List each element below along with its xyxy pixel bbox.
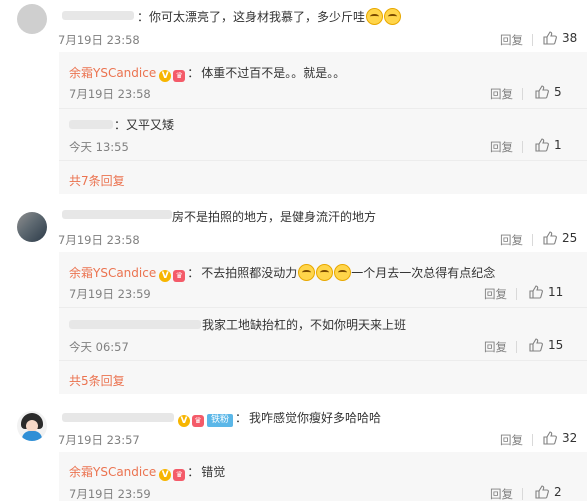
- like-count: 15: [548, 338, 564, 352]
- view-more-replies-link[interactable]: 共7条回复: [69, 172, 125, 189]
- comment-time: 7月19日 23:57: [58, 433, 140, 447]
- divider: [59, 360, 587, 361]
- grin-emoji-icon: [334, 264, 352, 281]
- blurred-username: [62, 210, 172, 219]
- divider: [516, 288, 517, 300]
- like-count: 11: [548, 285, 564, 299]
- like-count: 2: [554, 485, 562, 499]
- reply-button[interactable]: 回复: [490, 486, 513, 502]
- reply-text: 余霜YSCandice V ♛：体重不过百不是。。就是。。: [69, 66, 346, 82]
- thumbs-up-icon: [535, 138, 549, 152]
- like-button[interactable]: 25: [543, 231, 577, 245]
- view-more-replies-link[interactable]: 共5条回复: [69, 372, 125, 389]
- fan-badge: 铁粉: [207, 414, 234, 427]
- blurred-username: [62, 413, 174, 422]
- reply-time: 今天 06:57: [69, 340, 129, 354]
- comment-time: 7月19日 23:58: [58, 233, 140, 247]
- blurred-username: [62, 11, 134, 20]
- divider: [59, 160, 587, 161]
- like-count: 5: [554, 85, 562, 99]
- like-button[interactable]: 1: [535, 138, 562, 152]
- thumbs-up-icon: [543, 231, 557, 245]
- verified-v-icon: V: [159, 270, 172, 282]
- blurred-username: [69, 120, 113, 129]
- reply-text: 余霜YSCandice V ♛：不去拍照都没动力 一个月去一次总得有点纪念: [69, 264, 496, 282]
- reply-button[interactable]: 回复: [490, 86, 513, 102]
- like-count: 25: [562, 231, 578, 245]
- reply-time: 7月19日 23:59: [69, 487, 151, 501]
- like-button[interactable]: 38: [543, 31, 577, 45]
- like-button[interactable]: 11: [529, 285, 563, 299]
- member-badge-icon: ♛: [192, 415, 204, 427]
- like-count: 38: [562, 31, 578, 45]
- reply-text: ：又平又矮: [114, 118, 175, 132]
- like-button[interactable]: 32: [543, 431, 577, 445]
- member-badge-icon: ♛: [173, 469, 186, 481]
- divider: [532, 234, 533, 246]
- like-button[interactable]: 2: [535, 485, 562, 499]
- reply-time: 7月19日 23:58: [69, 87, 151, 101]
- divider: [522, 488, 523, 500]
- grin-emoji-icon: [316, 264, 334, 281]
- divider: [522, 141, 523, 153]
- thumbs-up-icon: [535, 85, 549, 99]
- comment-time: 7月19日 23:58: [58, 33, 140, 47]
- like-button[interactable]: 5: [535, 85, 562, 99]
- avatar[interactable]: [17, 212, 47, 242]
- blurred-username: [69, 320, 201, 329]
- emoji-icon: [384, 8, 402, 25]
- comment-text: ：你可太漂亮了，这身材我慕了，多少斤哇: [137, 8, 402, 25]
- comment-text: 房不是拍照的地方，是健身流汗的地方: [172, 210, 377, 224]
- verified-v-icon: V: [178, 415, 190, 427]
- grin-emoji-icon: [298, 264, 316, 281]
- member-badge-icon: ♛: [173, 270, 186, 282]
- divider: [532, 34, 533, 46]
- divider: [532, 434, 533, 446]
- reply-author[interactable]: 余霜YSCandice: [69, 266, 156, 280]
- like-button[interactable]: 15: [529, 338, 563, 352]
- member-badge-icon: ♛: [173, 70, 186, 82]
- verified-v-icon: V: [159, 70, 172, 82]
- divider: [516, 341, 517, 353]
- avatar[interactable]: [17, 411, 47, 441]
- reply-button[interactable]: 回复: [490, 139, 513, 155]
- reply-time: 今天 13:55: [69, 140, 129, 154]
- verified-v-icon: V: [159, 469, 172, 481]
- thumbs-up-icon: [529, 338, 543, 352]
- reply-author[interactable]: 余霜YSCandice: [69, 465, 156, 479]
- reply-button[interactable]: 回复: [484, 286, 507, 302]
- emoji-icon: [366, 8, 384, 25]
- reply-text: 余霜YSCandice V ♛：错觉: [69, 465, 226, 481]
- reply-button[interactable]: 回复: [500, 232, 523, 248]
- divider: [522, 88, 523, 100]
- thumbs-up-icon: [543, 31, 557, 45]
- reply-button[interactable]: 回复: [500, 432, 523, 448]
- divider: [59, 307, 587, 308]
- thumbs-up-icon: [535, 485, 549, 499]
- reply-time: 7月19日 23:59: [69, 287, 151, 301]
- divider: [59, 108, 587, 109]
- thumbs-up-icon: [529, 285, 543, 299]
- reply-button[interactable]: 回复: [500, 32, 523, 48]
- reply-button[interactable]: 回复: [484, 339, 507, 355]
- avatar[interactable]: [17, 4, 47, 34]
- comment-text: V ♛ 铁粉：我咋感觉你瘦好多哈哈哈: [175, 409, 381, 427]
- like-count: 32: [562, 431, 578, 445]
- thumbs-up-icon: [543, 431, 557, 445]
- reply-author[interactable]: 余霜YSCandice: [69, 66, 156, 80]
- like-count: 1: [554, 138, 562, 152]
- reply-text: 我家工地缺抬杠的，不如你明天来上班: [202, 318, 407, 332]
